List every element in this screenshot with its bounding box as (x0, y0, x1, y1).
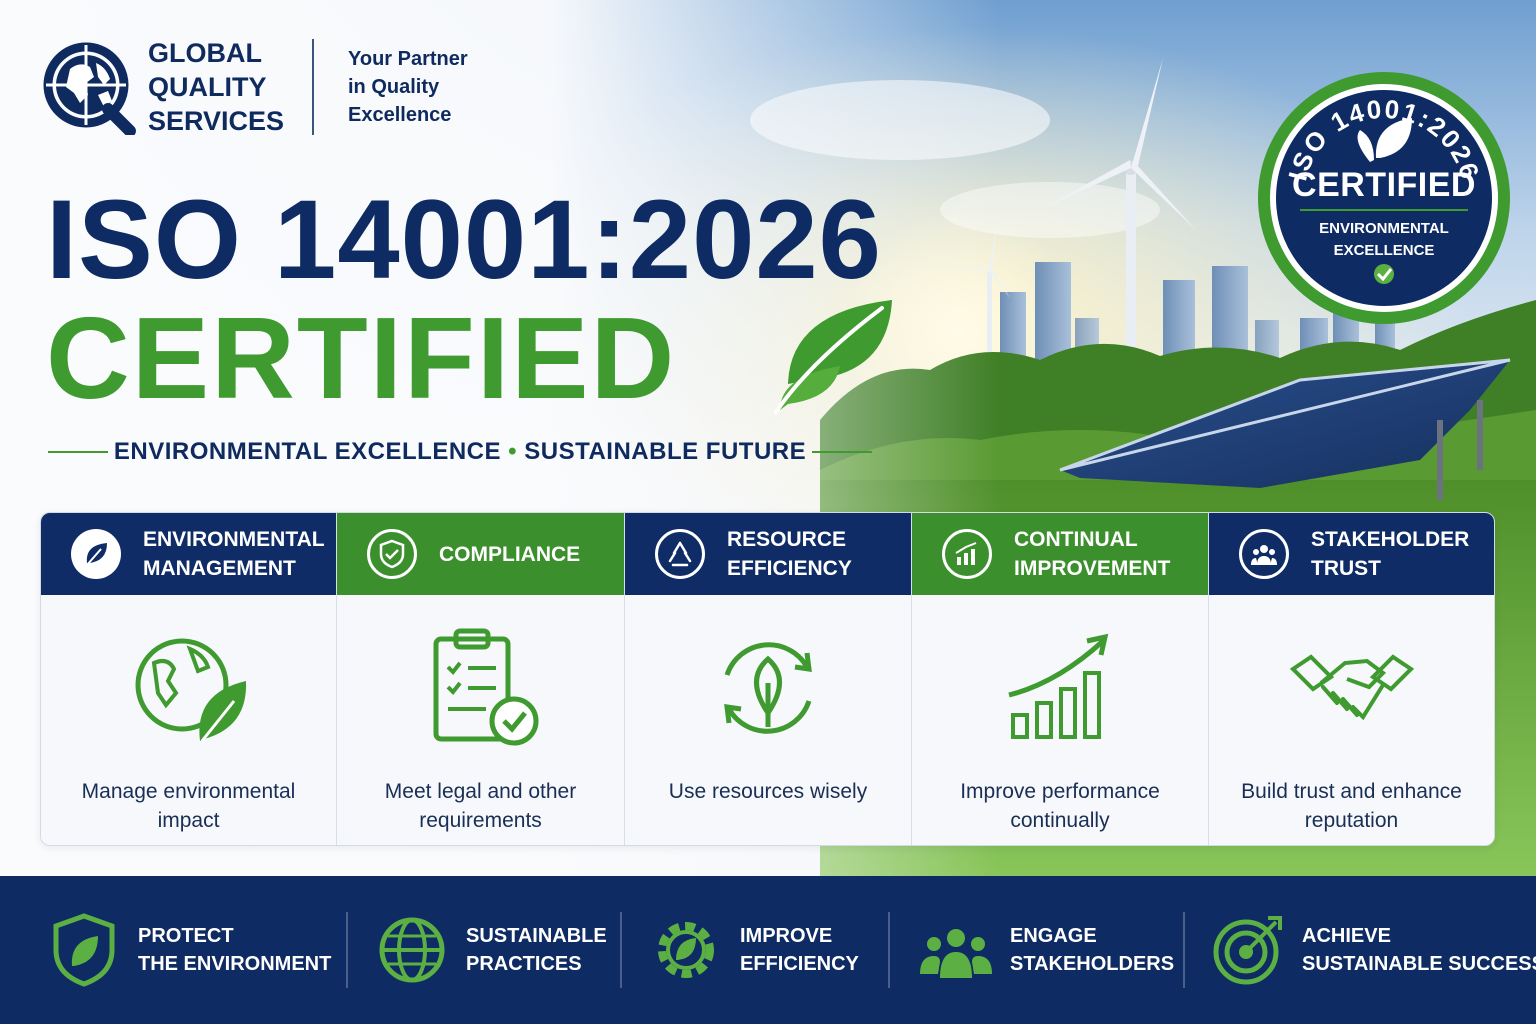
feature-column-compliance: COMPLIANCE Meet legal and other requirem… (337, 513, 625, 845)
feature-description: Meet legal and other requirements (384, 780, 577, 832)
globe-q-logo-icon (43, 42, 136, 135)
feature-description: Build trust and enhance reputation (1241, 780, 1462, 832)
feature-description: Use resources wisely (668, 780, 868, 803)
cycle-leaf-icon (724, 642, 812, 734)
logo-divider (312, 39, 314, 135)
shield-check-icon (367, 529, 417, 579)
subline-rule-right (812, 451, 872, 453)
badge-title: CERTIFIED (1292, 166, 1476, 204)
subline-right: SUSTAINABLE FUTURE (524, 438, 807, 465)
feature-body: Build trust and enhance reputation (1209, 595, 1494, 845)
feature-header: STAKEHOLDER TRUST (1209, 513, 1494, 595)
benefit-label: ACHIEVE SUSTAINABLE SUCCESS (1302, 922, 1536, 978)
feature-body: Manage environmental impact (41, 595, 336, 845)
benefit-line: PROTECT (138, 925, 234, 947)
feature-title: CONTINUAL IMPROVEMENT (1014, 528, 1171, 580)
feature-header: COMPLIANCE (337, 513, 624, 595)
brand-name-line: QUALITY (148, 72, 267, 102)
feature-title: STAKEHOLDER TRUST (1311, 528, 1470, 580)
bar-chart-arrow-icon (1008, 633, 1109, 739)
tagline-line: in Quality (348, 76, 440, 98)
benefit-line: IMPROVE (740, 925, 833, 947)
badge-sub-line: ENVIRONMENTAL (1319, 220, 1449, 237)
subline-separator: • (508, 438, 518, 465)
headline-certified: CERTIFIED (46, 293, 677, 423)
badge-sub-line: EXCELLENCE (1333, 242, 1435, 259)
clipboard-check-icon (433, 628, 538, 746)
people-icon (1239, 529, 1289, 579)
subline-left: ENVIRONMENTAL EXCELLENCE (113, 438, 501, 465)
tagline-line: Your Partner (348, 48, 468, 70)
feature-body: Improve performance continually (912, 595, 1208, 845)
feature-description: Manage environmental impact (81, 780, 296, 832)
feature-title: COMPLIANCE (439, 542, 581, 566)
feature-table: ENVIRONMENTAL MANAGEMENT Manage environm… (40, 512, 1495, 846)
leaf-icon (71, 529, 121, 579)
benefit-line: THE ENVIRONMENT (138, 953, 332, 975)
feature-body: Meet legal and other requirements (337, 595, 624, 845)
gear-leaf-icon (658, 922, 714, 978)
feature-column-resource-efficiency: RESOURCE EFFICIENCY Use resources wisely (625, 513, 912, 845)
headline-subline: ENVIRONMENTAL EXCELLENCE • SUSTAINABLE F… (48, 434, 872, 470)
headline-standard: ISO 14001:2026 (46, 177, 882, 302)
group-icon (920, 929, 992, 978)
feature-column-environmental-management: ENVIRONMENTAL MANAGEMENT Manage environm… (41, 513, 337, 845)
brand-tagline: Your Partner in Quality Excellence (348, 45, 498, 129)
feature-header: ENVIRONMENTAL MANAGEMENT (41, 513, 336, 595)
feature-body: Use resources wisely (625, 595, 911, 845)
benefit-protect-environment: PROTECT THE ENVIRONMENT (46, 908, 331, 992)
benefit-divider (1183, 912, 1185, 988)
leaf-icon (774, 300, 892, 414)
subline-rule-left (48, 451, 108, 453)
brand-name: GLOBAL QUALITY SERVICES (148, 36, 288, 138)
benefit-engage-stakeholders: ENGAGE STAKEHOLDERS (918, 908, 1174, 992)
feature-title: ENVIRONMENTAL MANAGEMENT (143, 528, 325, 580)
feature-column-continual-improvement: CONTINUAL IMPROVEMENT Improve performanc… (912, 513, 1209, 845)
subline-text: ENVIRONMENTAL EXCELLENCE • SUSTAINABLE F… (108, 438, 812, 466)
growth-chart-icon (942, 529, 992, 579)
benefit-achieve-success: ACHIEVE SUSTAINABLE SUCCESS (1210, 908, 1536, 992)
benefit-line: STAKEHOLDERS (1010, 953, 1175, 975)
benefit-divider (346, 912, 348, 988)
benefit-line: ENGAGE (1010, 925, 1097, 947)
badge-subtitle: ENVIRONMENTAL EXCELLENCE (1256, 218, 1512, 262)
globe-leaf-icon (135, 638, 246, 742)
feature-header: CONTINUAL IMPROVEMENT (912, 513, 1208, 595)
feature-header: RESOURCE EFFICIENCY (625, 513, 911, 595)
recycle-icon (655, 529, 705, 579)
feature-description: Improve performance continually (960, 780, 1160, 832)
shield-leaf-icon (53, 913, 115, 987)
benefit-line: PRACTICES (466, 953, 582, 975)
benefit-label: IMPROVE EFFICIENCY (740, 922, 859, 978)
feature-column-stakeholder-trust: STAKEHOLDER TRUST Build trust and enhanc… (1209, 513, 1494, 845)
feature-title: RESOURCE EFFICIENCY (727, 528, 852, 580)
benefits-bar: PROTECT THE ENVIRONMENT SUSTAINABLE PRAC… (0, 876, 1536, 1024)
benefit-improve-efficiency: IMPROVE EFFICIENCY (648, 908, 859, 992)
brand-name-line: SERVICES (148, 106, 285, 136)
brand-name-line: GLOBAL (148, 38, 262, 68)
benefit-label: PROTECT THE ENVIRONMENT (138, 922, 331, 978)
benefit-divider (620, 912, 622, 988)
globe-icon (379, 917, 445, 983)
benefit-line: SUSTAINABLE (466, 925, 607, 947)
benefit-label: SUSTAINABLE PRACTICES (466, 922, 607, 978)
benefit-divider (888, 912, 890, 988)
benefit-label: ENGAGE STAKEHOLDERS (1010, 922, 1174, 978)
benefit-line: SUSTAINABLE SUCCESS (1302, 953, 1536, 975)
benefit-line: ACHIEVE (1302, 925, 1391, 947)
brand-logo[interactable]: GLOBAL QUALITY SERVICES Your Partner in … (42, 36, 498, 138)
handshake-icon (1289, 654, 1414, 721)
benefit-sustainable-practices: SUSTAINABLE PRACTICES (374, 908, 607, 992)
tagline-line: Excellence (348, 104, 452, 126)
benefit-line: EFFICIENCY (740, 953, 859, 975)
target-icon (1213, 916, 1282, 985)
